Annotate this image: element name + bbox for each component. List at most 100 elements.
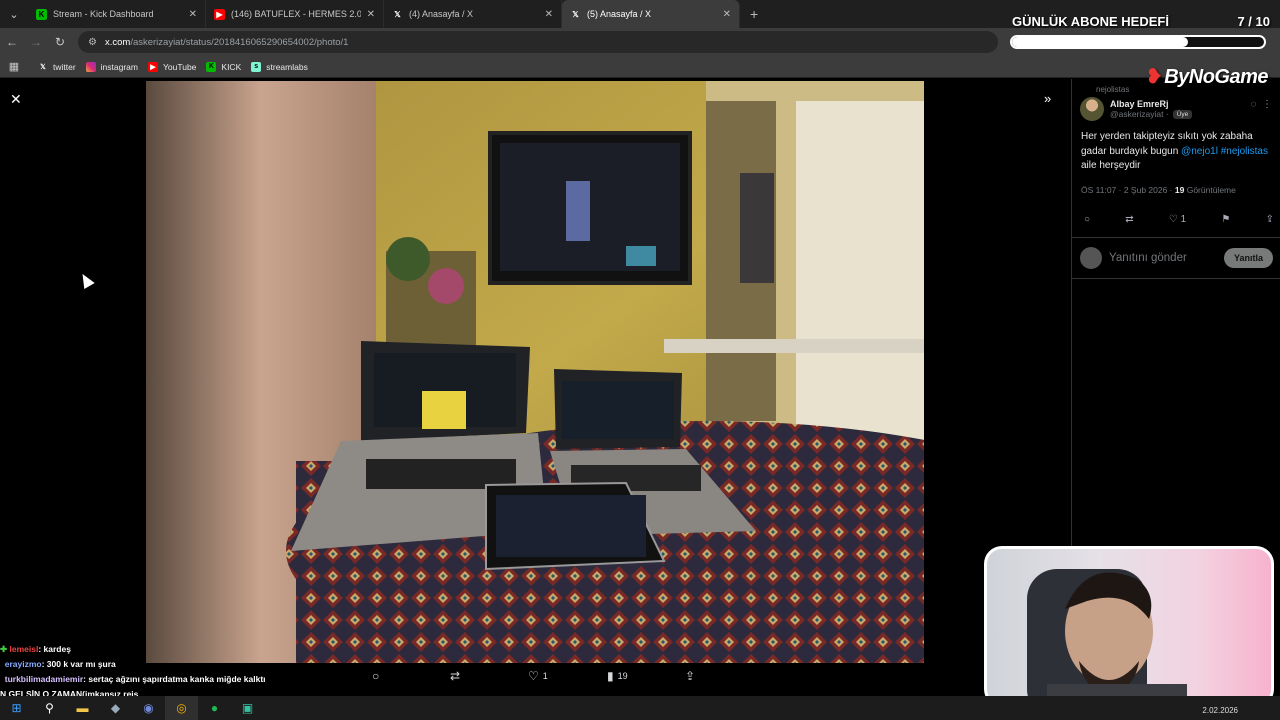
apps-grid-icon[interactable]: ▦ bbox=[0, 60, 28, 73]
tweet-menu[interactable]: ◌ ⋮ bbox=[1250, 99, 1272, 110]
tweet-photo[interactable] bbox=[146, 81, 924, 663]
member-badge: Üye bbox=[1172, 109, 1193, 119]
avatar[interactable] bbox=[1080, 97, 1104, 121]
sponsor-name: ByNoGame bbox=[1164, 66, 1268, 88]
goal-count: 7 / 10 bbox=[1237, 14, 1270, 29]
reply-input[interactable]: Yanıtını gönder bbox=[1109, 252, 1224, 264]
close-icon[interactable]: ✕ bbox=[189, 9, 197, 20]
close-icon[interactable]: ✕ bbox=[10, 91, 22, 108]
back-icon[interactable]: ← bbox=[0, 35, 24, 49]
taskbar-date: 2.02.2026 bbox=[1202, 706, 1238, 715]
chat-text: : 300 k var mı şura bbox=[41, 659, 116, 669]
bookmarks-bar: ▦ 𝕏twitter instagram ▶ YouTube K KICK s str… bbox=[0, 56, 1280, 78]
youtube-icon: ▶ bbox=[214, 8, 225, 20]
hashtag-link[interactable]: #nejolistas bbox=[1221, 146, 1268, 157]
like-button[interactable]: ♡ 1 bbox=[528, 669, 548, 683]
chat-username: turkbilimadamiemir bbox=[4, 674, 84, 684]
avatar bbox=[1080, 247, 1102, 269]
chat-overlay: ✚ lemeisl: kardeş erayizmo: 300 k var mı… bbox=[0, 642, 266, 702]
views-label: Görüntüleme bbox=[1184, 185, 1236, 195]
close-icon[interactable]: ✕ bbox=[367, 9, 375, 20]
like-button[interactable]: ♡ 1 bbox=[1169, 214, 1186, 225]
new-tab-button[interactable]: + bbox=[750, 6, 758, 22]
bookmark-icon[interactable]: ⚑ bbox=[1221, 214, 1230, 225]
mouse-cursor-icon bbox=[77, 270, 95, 290]
goal-progress-bar bbox=[1010, 35, 1266, 49]
like-count: 1 bbox=[1180, 214, 1187, 225]
instagram-icon bbox=[85, 61, 96, 72]
bookmark-label: streamlabs bbox=[266, 61, 308, 72]
reply-button[interactable]: Yanıtla bbox=[1223, 248, 1273, 268]
youtube-icon: ▶ bbox=[148, 61, 158, 72]
photo-illustration bbox=[146, 81, 924, 663]
app-icon[interactable]: ◆ bbox=[99, 696, 132, 720]
search-icon[interactable]: ⚲ bbox=[33, 696, 66, 720]
windows-start-icon[interactable]: ⊞ bbox=[0, 696, 33, 720]
tweet-text-tail: aile herşeydir bbox=[1081, 160, 1141, 171]
views-number: 19 bbox=[1174, 185, 1185, 195]
close-icon[interactable]: ✕ bbox=[545, 9, 553, 20]
views-count: 19 bbox=[617, 671, 628, 681]
more-icon[interactable]: ⋮ bbox=[1262, 99, 1272, 110]
tweet-timestamp[interactable]: ÖS 11:07 · 2 Şub 2026 · bbox=[1081, 185, 1173, 195]
file-explorer-icon[interactable]: ▬ bbox=[66, 696, 99, 720]
chat-message: ✚ lemeisl: kardeş bbox=[0, 644, 71, 654]
close-icon[interactable]: ✕ bbox=[723, 9, 731, 20]
community-label[interactable]: nejolistas bbox=[1096, 85, 1129, 94]
webcam-overlay bbox=[984, 546, 1274, 707]
bookmark-twitter[interactable]: 𝕏twitter bbox=[38, 62, 76, 72]
grok-icon[interactable]: ◌ bbox=[1250, 99, 1256, 110]
display-name[interactable]: Albay EmreRj bbox=[1110, 99, 1192, 109]
tab-kick-dashboard[interactable]: K Stream - Kick Dashboard ✕ bbox=[28, 0, 206, 28]
x-icon: 𝕏 bbox=[572, 9, 579, 19]
kick-icon: K bbox=[206, 61, 217, 72]
bookmark-label: twitter bbox=[53, 61, 76, 72]
tweet-actions: ○ ⇄ ♡ 1 ⚑ ⇪ bbox=[1084, 214, 1274, 225]
tab-title: Stream - Kick Dashboard bbox=[53, 9, 154, 19]
flame-icon: ❥ bbox=[1145, 66, 1163, 88]
taskbar: ⊞ ⚲ ▬ ◆ ◉ ◎ ● ▣ 2.02.2026 bbox=[0, 696, 1280, 720]
kick-icon: K bbox=[36, 8, 47, 20]
mention-link[interactable]: @nejo1l bbox=[1181, 146, 1218, 157]
bookmark-kick[interactable]: K KICK bbox=[206, 61, 242, 72]
chat-message: erayizmo: 300 k var mı şura bbox=[0, 657, 266, 672]
expand-panel-icon[interactable]: » bbox=[1044, 91, 1051, 106]
tweet-text: Her yerden takipteyiz sıkıtı yok zabaha … bbox=[1081, 130, 1271, 174]
chat-username: erayizmo bbox=[4, 659, 42, 669]
chrome-icon[interactable]: ◎ bbox=[165, 696, 198, 720]
views-button[interactable]: ▮ 19 bbox=[607, 669, 628, 683]
repost-icon: ⇄ bbox=[450, 669, 461, 683]
bookmark-youtube[interactable]: ▶ YouTube bbox=[148, 61, 196, 72]
sponsor-logo: ❥ ByNoGame bbox=[1145, 64, 1269, 89]
discord-icon[interactable]: ◉ bbox=[132, 696, 165, 720]
spotify-icon[interactable]: ● bbox=[198, 696, 231, 720]
tweet-author[interactable]: Albay EmreRj @askerizayiat · Üye bbox=[1080, 97, 1193, 121]
repost-icon[interactable]: ⇄ bbox=[1125, 214, 1133, 225]
user-handle[interactable]: @askerizayiat · bbox=[1110, 109, 1169, 119]
repost-button[interactable]: ⇄ bbox=[450, 669, 464, 683]
tab-title: (146) BATUFLEX - HERMES 2.0 bbox=[231, 9, 361, 19]
tab-x-home-1[interactable]: 𝕏 (4) Anasayfa / X ✕ bbox=[384, 0, 562, 28]
reload-icon[interactable]: ↻ bbox=[48, 35, 72, 49]
tab-youtube[interactable]: ▶ (146) BATUFLEX - HERMES 2.0 ✕ bbox=[206, 0, 384, 28]
share-icon[interactable]: ⇪ bbox=[1266, 214, 1274, 225]
tab-x-home-2[interactable]: 𝕏 (5) Anasayfa / X ✕ bbox=[562, 0, 740, 28]
tab-title: (5) Anasayfa / X bbox=[587, 9, 652, 19]
tab-search-button[interactable]: ⌄ bbox=[0, 0, 28, 28]
reply-icon[interactable]: ○ bbox=[1084, 214, 1090, 225]
streamlabs-icon[interactable]: ▣ bbox=[231, 696, 264, 720]
site-info-icon[interactable]: ⚙ bbox=[88, 37, 97, 48]
chat-message: turkbilimadamiemir: sertaç ağzını şapırd… bbox=[0, 672, 266, 687]
share-button[interactable]: ⇪ bbox=[685, 669, 699, 683]
bookmark-streamlabs[interactable]: s streamlabs bbox=[251, 61, 308, 72]
forward-icon[interactable]: → bbox=[24, 35, 48, 49]
reply-composer: Yanıtını gönder Yanıtla bbox=[1072, 237, 1280, 279]
x-icon: 𝕏 bbox=[394, 9, 401, 19]
reply-button[interactable]: ○ bbox=[372, 669, 383, 683]
url-field[interactable]: ⚙ x.com/askerizayiat/status/201841606529… bbox=[78, 31, 998, 53]
goal-title: GÜNLÜK ABONE HEDEFİ bbox=[1012, 14, 1169, 29]
reply-icon: ○ bbox=[372, 669, 380, 683]
webcam-illustration bbox=[1027, 569, 1187, 704]
bookmark-label: KICK bbox=[221, 61, 242, 72]
bookmark-instagram[interactable]: instagram bbox=[85, 61, 138, 72]
